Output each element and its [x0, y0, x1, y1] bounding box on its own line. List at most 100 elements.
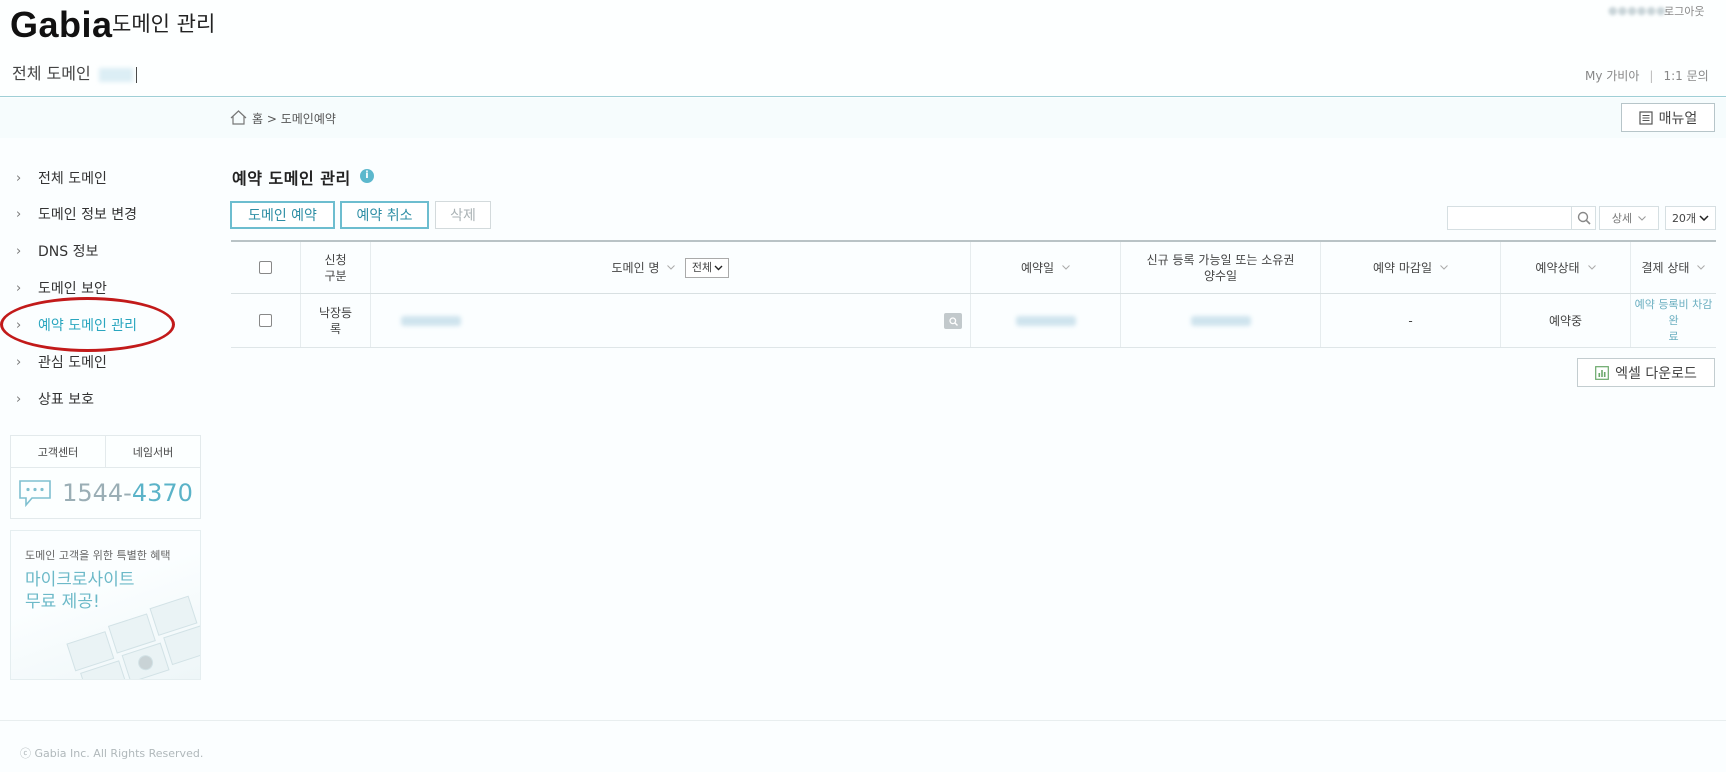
promo-title-line1: 마이크로사이트 [25, 570, 135, 590]
chevron-right-icon: › [16, 170, 22, 186]
microsite-promo-banner[interactable]: 도메인 고객을 위한 특별한 혜택 마이크로사이트 무료 제공! [10, 530, 201, 680]
highlight-circle [0, 297, 175, 352]
chevron-right-icon: › [16, 391, 22, 407]
page-size-select[interactable]: 20개 [1665, 206, 1716, 230]
sidebar-item-label: DNS 정보 [38, 244, 99, 260]
chevron-down-icon [714, 265, 723, 270]
search-input[interactable] [1447, 206, 1572, 230]
cell-reserve-date [971, 294, 1121, 347]
sidebar-item-label: 상표 보호 [38, 392, 94, 408]
header-domain[interactable]: 도메인 명 [612, 260, 660, 276]
delete-button[interactable]: 삭제 [435, 201, 491, 229]
sidebar-item-dns-info[interactable]: › DNS 정보 [16, 241, 98, 261]
detail-search-select[interactable]: 상세 [1599, 206, 1659, 230]
header-payment-cell[interactable]: 결제 상태 [1631, 242, 1716, 293]
search-icon [1577, 211, 1591, 225]
chevron-right-icon: › [16, 354, 22, 370]
table-row: 낙장등 록 - 예약중 예약 등록비 차감 완 료 [231, 294, 1716, 348]
customer-center-tabs: 고객센터 네임서버 [11, 436, 200, 468]
domain-selector-label: 전체 도메인 [12, 64, 91, 83]
sidebar-item-watched-domains[interactable]: › 관심 도메인 [16, 352, 107, 372]
chevron-down-icon [1062, 265, 1070, 270]
inquiry-link[interactable]: 1:1 문의 [1663, 69, 1708, 83]
page-size-label: 20개 [1671, 212, 1697, 225]
document-icon [1639, 110, 1653, 125]
info-icon[interactable]: i [360, 169, 374, 183]
page-title: 예약 도메인 관리 [232, 169, 351, 188]
sidebar-item-domain-info-change[interactable]: › 도메인 정보 변경 [16, 204, 137, 224]
gabia-logo[interactable]: Gabia [10, 4, 113, 46]
domain-selector[interactable]: 전체 도메인 [12, 60, 137, 84]
header-status: 예약상태 [1535, 260, 1580, 275]
phone-prefix: 1544- [62, 479, 132, 507]
promo-illustration [66, 595, 200, 679]
chevron-right-icon: › [16, 280, 22, 296]
sidebar-item-trademark-protection[interactable]: › 상표 보호 [16, 389, 94, 409]
search-icon [948, 316, 958, 326]
chevron-down-icon [667, 265, 676, 270]
sidebar-item-all-domains[interactable]: › 전체 도메인 [16, 168, 107, 188]
home-icon[interactable] [230, 110, 247, 125]
link-separator: | [1649, 69, 1654, 83]
sidebar-item-label: 도메인 정보 변경 [38, 207, 138, 223]
sidebar-item-domain-security[interactable]: › 도메인 보안 [16, 278, 107, 298]
cell-payment-status[interactable]: 예약 등록비 차감 완 료 [1631, 294, 1716, 347]
select-all-checkbox[interactable] [259, 261, 272, 274]
header-deadline-cell[interactable]: 예약 마감일 [1321, 242, 1501, 293]
sidebar-item-label: 전체 도메인 [38, 171, 107, 187]
chat-bubble-icon [19, 480, 51, 507]
domain-filter-label: 전체 [691, 260, 713, 274]
my-gabia-link[interactable]: My 가비아 [1585, 69, 1639, 83]
manual-button[interactable]: 매뉴얼 [1621, 103, 1715, 132]
header-reserve-date-cell[interactable]: 예약일 [971, 242, 1121, 293]
redacted-domain-name [401, 315, 461, 326]
chevron-down-icon [1697, 265, 1706, 270]
search-button[interactable] [1572, 206, 1596, 230]
chevron-down-icon [1699, 215, 1709, 221]
manual-button-label: 매뉴얼 [1658, 110, 1698, 127]
cancel-reservation-button[interactable]: 예약 취소 [340, 201, 429, 229]
tab-customer-center[interactable]: 고객센터 [11, 436, 105, 467]
domain-filter-select[interactable]: 전체 [685, 257, 730, 278]
cell-available-date [1121, 294, 1321, 347]
header-payment: 결제 상태 [1641, 260, 1690, 275]
promo-subtitle: 도메인 고객을 위한 특별한 혜택 [25, 549, 171, 562]
header-status-cell[interactable]: 예약상태 [1501, 242, 1631, 293]
breadcrumb[interactable]: 홈 > 도메인예약 [252, 110, 336, 127]
sidebar-item-label: 관심 도메인 [38, 355, 107, 371]
chevron-down-icon [1587, 265, 1596, 270]
detail-select-label: 상세 [1611, 212, 1633, 225]
cell-deadline: - [1321, 294, 1501, 347]
chevron-right-icon: › [16, 243, 22, 259]
cell-domain [371, 294, 971, 347]
app-title: 도메인 관리 [112, 12, 216, 36]
excel-button-label: 엑셀 다운로드 [1615, 365, 1697, 382]
reserve-domain-button[interactable]: 도메인 예약 [230, 201, 335, 229]
redacted-available-date [1190, 315, 1251, 326]
header-deadline: 예약 마감일 [1372, 260, 1432, 275]
table-header: 신청 구분 도메인 명 전체 예약일 신규 등록 가능일 또는 소유권 양수일 … [231, 240, 1716, 294]
chevron-down-icon [1638, 215, 1646, 221]
tab-name-server[interactable]: 네임서버 [105, 436, 200, 467]
header: Gabia 도메인 관리 ●●●●●● 로그아웃 전체 도메인 My 가비아 | 1… [0, 0, 1726, 97]
bar-chart-icon [1595, 365, 1610, 380]
reserved-domain-table: 신청 구분 도메인 명 전체 예약일 신규 등록 가능일 또는 소유권 양수일 … [231, 240, 1716, 348]
row-select-cell [231, 294, 301, 347]
chevron-right-icon: › [16, 206, 22, 222]
row-checkbox[interactable] [259, 314, 272, 327]
logout-link[interactable]: 로그아웃 [1664, 3, 1704, 19]
phone-number: 1544-4370 [62, 479, 193, 507]
cell-type: 낙장등 록 [301, 294, 371, 347]
redacted-domain [98, 67, 133, 82]
customer-center-box: 고객센터 네임서버 1544-4370 [10, 435, 201, 519]
header-available-date[interactable]: 신규 등록 가능일 또는 소유권 양수일 [1121, 242, 1321, 293]
phone-suffix: 4370 [131, 479, 193, 507]
excel-download-button[interactable]: 엑셀 다운로드 [1577, 358, 1715, 387]
sidebar-item-label: 도메인 보안 [38, 281, 107, 297]
header-type: 신청 구분 [301, 242, 371, 293]
header-reserve-date: 예약일 [1020, 260, 1055, 275]
cell-status: 예약중 [1501, 294, 1631, 347]
customer-phone: 1544-4370 [11, 468, 200, 518]
user-name: ●●●●●● [1608, 4, 1666, 17]
domain-lookup-button[interactable] [944, 313, 962, 329]
